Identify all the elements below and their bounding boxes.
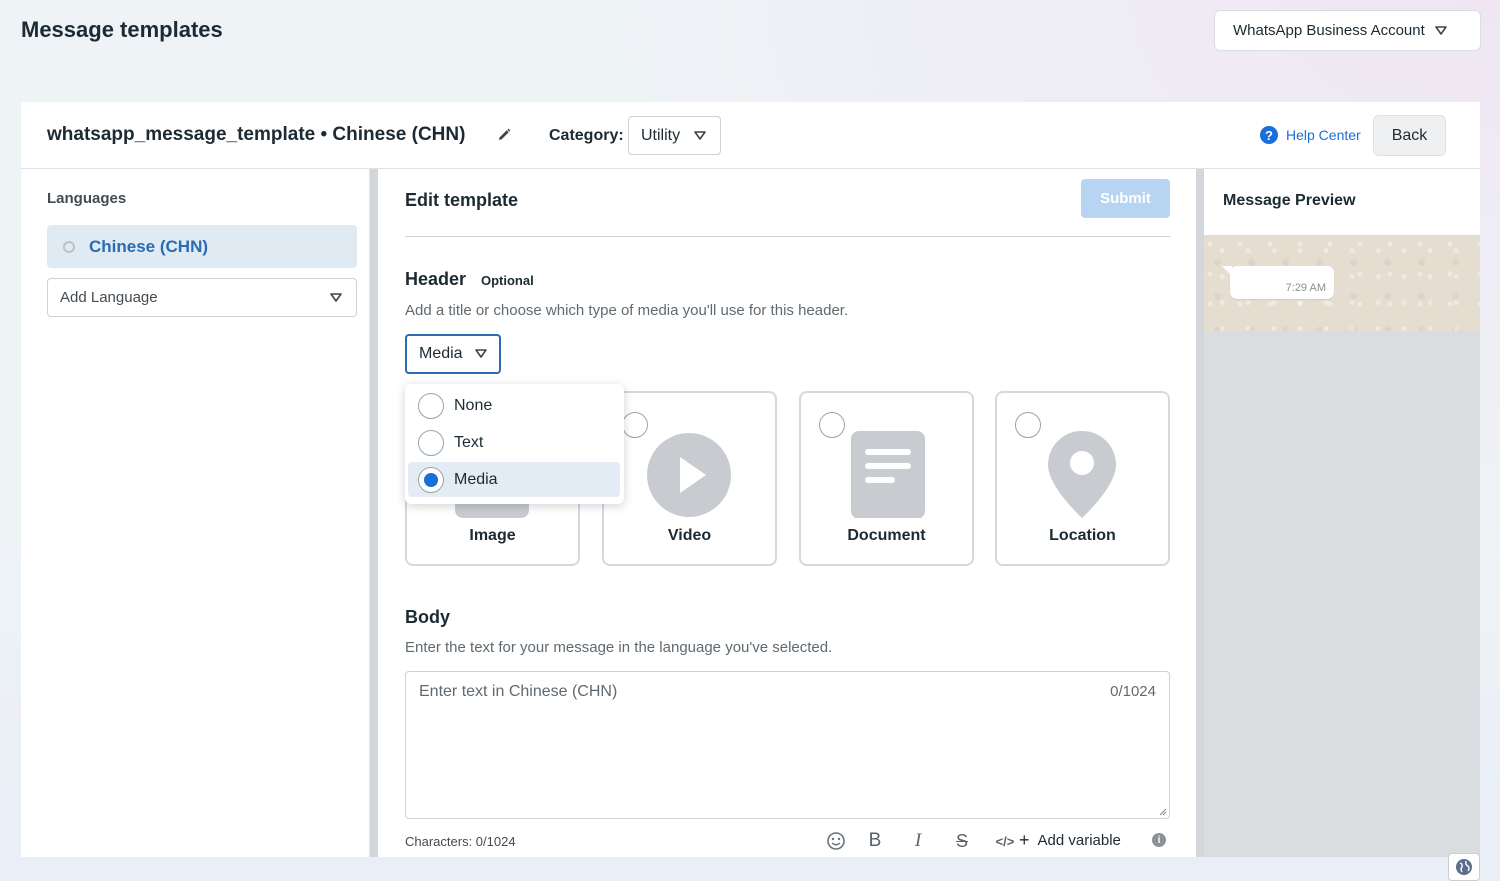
media-card-video[interactable]: Video	[602, 391, 777, 566]
document-icon	[851, 431, 925, 518]
radio-button-selected	[418, 466, 444, 493]
category-select[interactable]: Utility	[628, 116, 721, 155]
preview-title: Message Preview	[1223, 192, 1356, 209]
column-divider	[370, 169, 378, 857]
body-placeholder: Enter text in Chinese (CHN)	[419, 683, 618, 700]
help-center-label: Help Center	[1286, 127, 1361, 143]
message-preview-panel: Message Preview 7:29 AM	[1196, 169, 1480, 857]
submit-button[interactable]: Submit	[1081, 179, 1170, 218]
globe-icon	[1456, 859, 1472, 875]
chevron-down-icon	[474, 349, 487, 358]
bold-icon: B	[868, 830, 882, 851]
strikethrough-button[interactable]: S	[952, 829, 972, 853]
preview-header: Message Preview	[1204, 169, 1480, 235]
characters-count-label: Characters: 0/1024	[405, 834, 516, 849]
chevron-down-icon	[694, 130, 706, 140]
message-bubble: 7:29 AM	[1222, 266, 1334, 299]
add-variable-label: Add variable	[1037, 831, 1121, 849]
languages-title: Languages	[47, 190, 127, 207]
back-button[interactable]: Back	[1373, 115, 1446, 156]
media-card-label: Image	[469, 527, 516, 544]
category-label: Category:	[549, 127, 624, 144]
question-icon: ?	[1260, 126, 1278, 144]
code-icon: </>	[995, 833, 1015, 849]
strikethrough-icon: S	[955, 830, 968, 851]
template-editor-card: whatsapp_message_template • Chinese (CHN…	[21, 102, 1480, 857]
account-select-label: WhatsApp Business Account	[1233, 22, 1425, 39]
code-button[interactable]: </>	[993, 829, 1017, 853]
bold-button[interactable]: B	[865, 829, 885, 853]
location-pin-icon	[1048, 431, 1116, 518]
dropdown-option-label: Media	[454, 470, 498, 488]
chat-background: 7:29 AM	[1204, 235, 1480, 331]
language-globe-button[interactable]	[1448, 853, 1480, 881]
chevron-down-icon	[330, 293, 342, 302]
italic-icon: I	[914, 830, 922, 851]
divider	[405, 236, 1170, 237]
info-icon[interactable]: i	[1152, 833, 1166, 847]
message-timestamp: 7:29 AM	[1285, 282, 1326, 294]
edit-template-title: Edit template	[405, 190, 519, 210]
character-counter: 0/1024	[1110, 683, 1156, 700]
optional-tag: Optional	[481, 273, 534, 288]
dropdown-option-media[interactable]: Media	[408, 462, 620, 497]
add-language-select[interactable]: Add Language	[47, 278, 357, 317]
dropdown-option-text[interactable]: Text	[408, 425, 620, 460]
template-topbar: whatsapp_message_template • Chinese (CHN…	[21, 102, 1480, 169]
resize-handle-icon[interactable]	[1157, 806, 1167, 816]
body-text-input[interactable]: Enter text in Chinese (CHN) 0/1024	[405, 671, 1170, 819]
body-section-title: Body	[405, 607, 450, 627]
media-card-label: Document	[847, 527, 926, 544]
italic-button[interactable]: I	[908, 829, 928, 853]
play-icon	[647, 433, 731, 517]
language-item-label: Chinese (CHN)	[89, 236, 209, 256]
header-description: Add a title or choose which type of medi…	[405, 302, 849, 319]
page-title: Message templates	[21, 17, 223, 42]
add-variable-button[interactable]: + Add variable	[1019, 831, 1121, 849]
help-center-link[interactable]: ? Help Center	[1260, 126, 1361, 144]
radio-button	[418, 392, 444, 419]
category-value: Utility	[641, 126, 681, 144]
pencil-icon[interactable]	[496, 127, 512, 143]
media-card-document[interactable]: Document	[799, 391, 974, 566]
dropdown-option-none[interactable]: None	[408, 388, 620, 423]
media-card-label: Video	[667, 527, 712, 544]
languages-panel: Languages Chinese (CHN) Add Language	[21, 169, 370, 857]
header-type-dropdown: None Text Media	[405, 384, 624, 504]
chevron-down-icon	[1434, 25, 1447, 35]
plus-icon: +	[1019, 830, 1030, 850]
header-type-value: Media	[419, 345, 463, 362]
status-dot-icon	[63, 240, 75, 253]
dropdown-option-label: None	[454, 396, 493, 414]
edit-template-panel: Edit template Submit Header Optional Add…	[378, 169, 1196, 857]
radio-button	[418, 429, 444, 456]
dropdown-option-label: Text	[454, 433, 484, 451]
add-language-placeholder: Add Language	[60, 289, 158, 306]
account-select[interactable]: WhatsApp Business Account	[1214, 10, 1481, 51]
language-item-chinese[interactable]: Chinese (CHN)	[47, 225, 357, 268]
media-card-location[interactable]: Location	[995, 391, 1170, 566]
template-name: whatsapp_message_template • Chinese (CHN…	[47, 124, 466, 145]
header-type-select[interactable]: Media	[405, 334, 501, 374]
emoji-icon	[827, 832, 845, 850]
emoji-button[interactable]	[825, 829, 847, 853]
header-section-title: Header	[405, 269, 467, 289]
media-card-label: Location	[1049, 527, 1116, 544]
body-description: Enter the text for your message in the l…	[405, 639, 833, 656]
